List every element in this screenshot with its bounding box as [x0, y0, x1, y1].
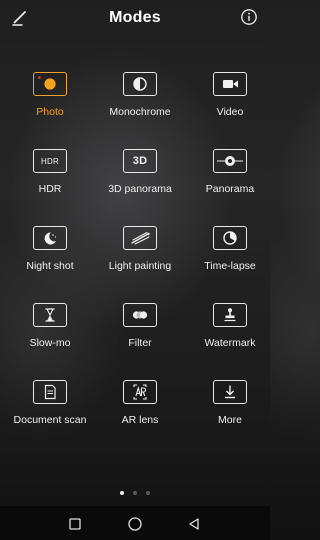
mode-hdr[interactable]: HDR HDR	[5, 149, 95, 226]
mode-label: Night shot	[26, 260, 74, 272]
mode-photo[interactable]: Photo	[5, 72, 95, 149]
home-circle-icon	[128, 517, 142, 531]
light-painting-icon	[123, 226, 157, 250]
mode-time-lapse[interactable]: Time-lapse	[185, 226, 275, 303]
mode-filter[interactable]: Filter	[95, 303, 185, 380]
mode-label: Light painting	[108, 260, 172, 272]
page-dot[interactable]	[146, 491, 150, 495]
slow-mo-hourglass-icon	[33, 303, 67, 327]
page-indicator	[0, 491, 270, 495]
night-shot-icon	[33, 226, 67, 250]
recent-apps-button[interactable]	[68, 517, 82, 531]
mode-label: HDR	[38, 183, 62, 195]
mode-label: 3D panorama	[108, 183, 172, 195]
mode-monochrome[interactable]: Monochrome	[95, 72, 185, 149]
system-nav-bar	[0, 506, 270, 540]
mode-label: Slow-mo	[29, 337, 71, 349]
mode-panorama[interactable]: Panorama	[185, 149, 275, 226]
hdr-icon-text: HDR	[41, 156, 59, 166]
mode-label: Time-lapse	[204, 260, 256, 272]
filter-icon	[123, 303, 157, 327]
mode-video[interactable]: Video	[185, 72, 275, 149]
top-bar: Modes	[0, 0, 270, 36]
mode-3d-panorama[interactable]: 3D 3D panorama	[95, 149, 185, 226]
info-button[interactable]	[240, 8, 258, 26]
mode-label: Filter	[128, 337, 152, 349]
panorama-icon	[213, 149, 247, 173]
mode-night-shot[interactable]: Night shot	[5, 226, 95, 303]
mode-slow-mo[interactable]: Slow-mo	[5, 303, 95, 380]
ar-lens-icon	[123, 380, 157, 404]
mode-light-painting[interactable]: Light painting	[95, 226, 185, 303]
mode-document-scan[interactable]: Document scan	[5, 380, 95, 457]
mode-label: Watermark	[204, 337, 256, 349]
hdr-icon: HDR	[33, 149, 67, 173]
page-dot[interactable]	[133, 491, 137, 495]
document-scan-icon	[33, 380, 67, 404]
download-more-icon	[213, 380, 247, 404]
mode-label: Video	[216, 106, 244, 118]
video-camera-icon	[213, 72, 247, 96]
photo-camera-icon	[33, 72, 67, 96]
mode-label: Document scan	[13, 414, 87, 426]
3d-panorama-icon: 3D	[123, 149, 157, 173]
mode-label: Panorama	[205, 183, 255, 195]
info-circle-icon	[241, 9, 257, 25]
mode-label: More	[218, 414, 242, 426]
mode-more[interactable]: More	[185, 380, 275, 457]
mode-watermark[interactable]: Watermark	[185, 303, 275, 380]
page-title: Modes	[109, 9, 161, 26]
time-lapse-icon	[213, 226, 247, 250]
back-triangle-icon	[189, 518, 199, 530]
back-button[interactable]	[187, 517, 201, 531]
mode-label: Monochrome	[109, 106, 171, 118]
mode-label: Photo	[36, 106, 64, 118]
watermark-stamp-icon	[213, 303, 247, 327]
mode-ar-lens[interactable]: AR lens	[95, 380, 185, 457]
page-dot-active[interactable]	[120, 491, 124, 495]
monochrome-icon	[123, 72, 157, 96]
modes-grid: Photo Monochrome Video HDR HDR 3D 3D pan	[5, 72, 275, 457]
3d-icon-text: 3D	[132, 155, 148, 167]
home-button[interactable]	[127, 516, 143, 532]
mode-label: AR lens	[121, 414, 159, 426]
recent-apps-square-icon	[69, 518, 81, 530]
